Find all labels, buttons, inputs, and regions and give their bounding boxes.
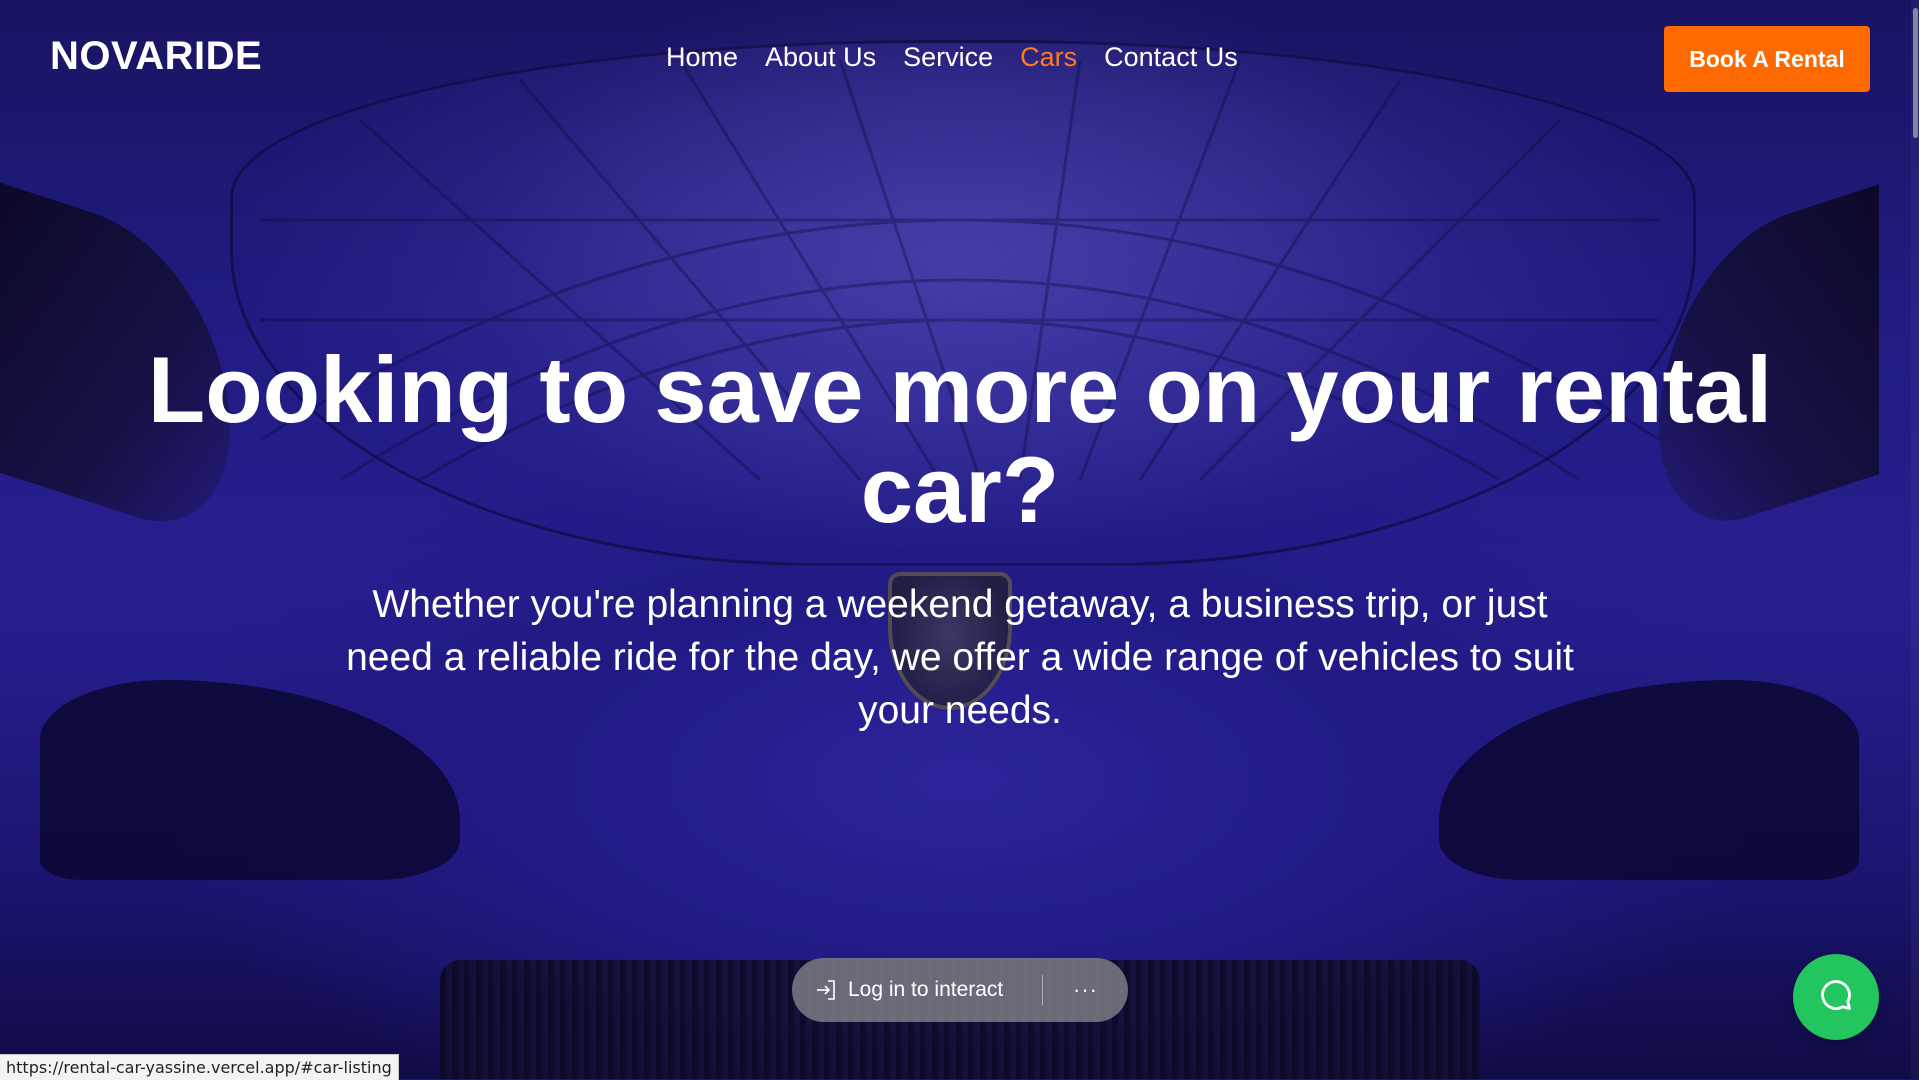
nav-home[interactable]: Home [666, 42, 738, 73]
scrollbar-thumb[interactable] [1913, 8, 1918, 138]
login-button[interactable]: Log in to interact [792, 958, 1042, 1022]
login-pill: Log in to interact ··· [792, 958, 1128, 1022]
site-logo[interactable]: NOVARIDE [50, 34, 262, 79]
nav-service[interactable]: Service [903, 42, 993, 73]
main-nav: Home About Us Service Cars Contact Us [666, 42, 1238, 73]
login-icon [814, 978, 838, 1002]
nav-contact-us[interactable]: Contact Us [1104, 42, 1238, 73]
hero-subtext: Whether you're planning a weekend getawa… [346, 583, 1574, 732]
hero-headline: Looking to save more on your rental car? [147, 337, 1773, 542]
book-rental-button[interactable]: Book A Rental [1664, 26, 1870, 92]
page-scrollbar[interactable] [1911, 0, 1919, 1079]
status-bar-url: https://rental-car-yassine.vercel.app/#c… [0, 1054, 399, 1080]
chat-button[interactable] [1793, 954, 1879, 1040]
nav-about-us[interactable]: About Us [765, 42, 876, 73]
login-label: Log in to interact [848, 978, 1004, 1001]
chat-bubble-icon [1817, 976, 1855, 1019]
more-options-button[interactable]: ··· [1043, 958, 1128, 1022]
site-header: NOVARIDE Home About Us Service Cars Cont… [0, 0, 1919, 120]
nav-cars[interactable]: Cars [1020, 42, 1077, 73]
